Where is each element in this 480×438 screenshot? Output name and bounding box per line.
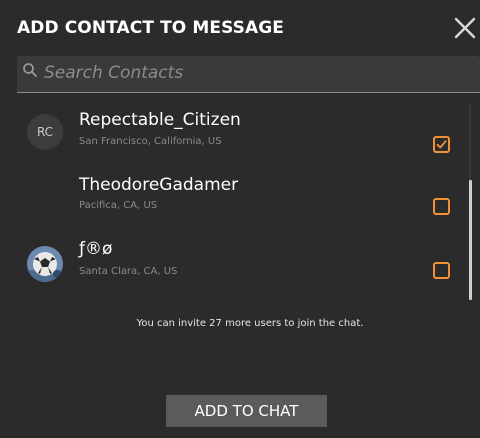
contact-row[interactable]: TheodoreGadamer Pacifica, CA, US [0,175,470,237]
scrollbar-thumb[interactable] [469,180,472,300]
dialog-title: ADD CONTACT TO MESSAGE [17,18,285,38]
soccer-ball-photo-icon [27,246,63,282]
contact-checkbox[interactable] [433,198,450,215]
contact-name: ƒ®ø [79,239,113,259]
contact-checkbox[interactable] [433,136,450,153]
close-button[interactable] [453,16,477,40]
avatar: RC [27,114,63,150]
checkmark-icon [436,140,447,149]
search-bar [17,56,480,93]
contact-name: TheodoreGadamer [79,175,239,195]
invite-limit-text: You can invite 27 more users to join the… [136,318,364,329]
contact-checkbox[interactable] [433,262,450,279]
contact-location: San Francisco, California, US [79,136,222,147]
add-contact-dialog: ADD CONTACT TO MESSAGE RC Repectable_Cit… [0,0,480,438]
add-to-chat-button[interactable]: ADD TO CHAT [166,395,327,427]
contact-row[interactable]: ƒ®ø Santa Clara, CA, US [0,239,470,302]
contact-list: RC Repectable_Citizen San Francisco, Cal… [0,94,480,304]
contact-location: Santa Clara, CA, US [79,266,178,277]
avatar [27,246,63,282]
search-input[interactable] [44,58,464,88]
contact-name: Repectable_Citizen [79,110,241,130]
contact-location: Pacifica, CA, US [79,200,158,211]
close-icon [454,17,476,39]
dialog-header: ADD CONTACT TO MESSAGE [0,0,480,56]
search-icon [23,63,37,77]
contact-row[interactable]: RC Repectable_Citizen San Francisco, Cal… [0,110,470,172]
